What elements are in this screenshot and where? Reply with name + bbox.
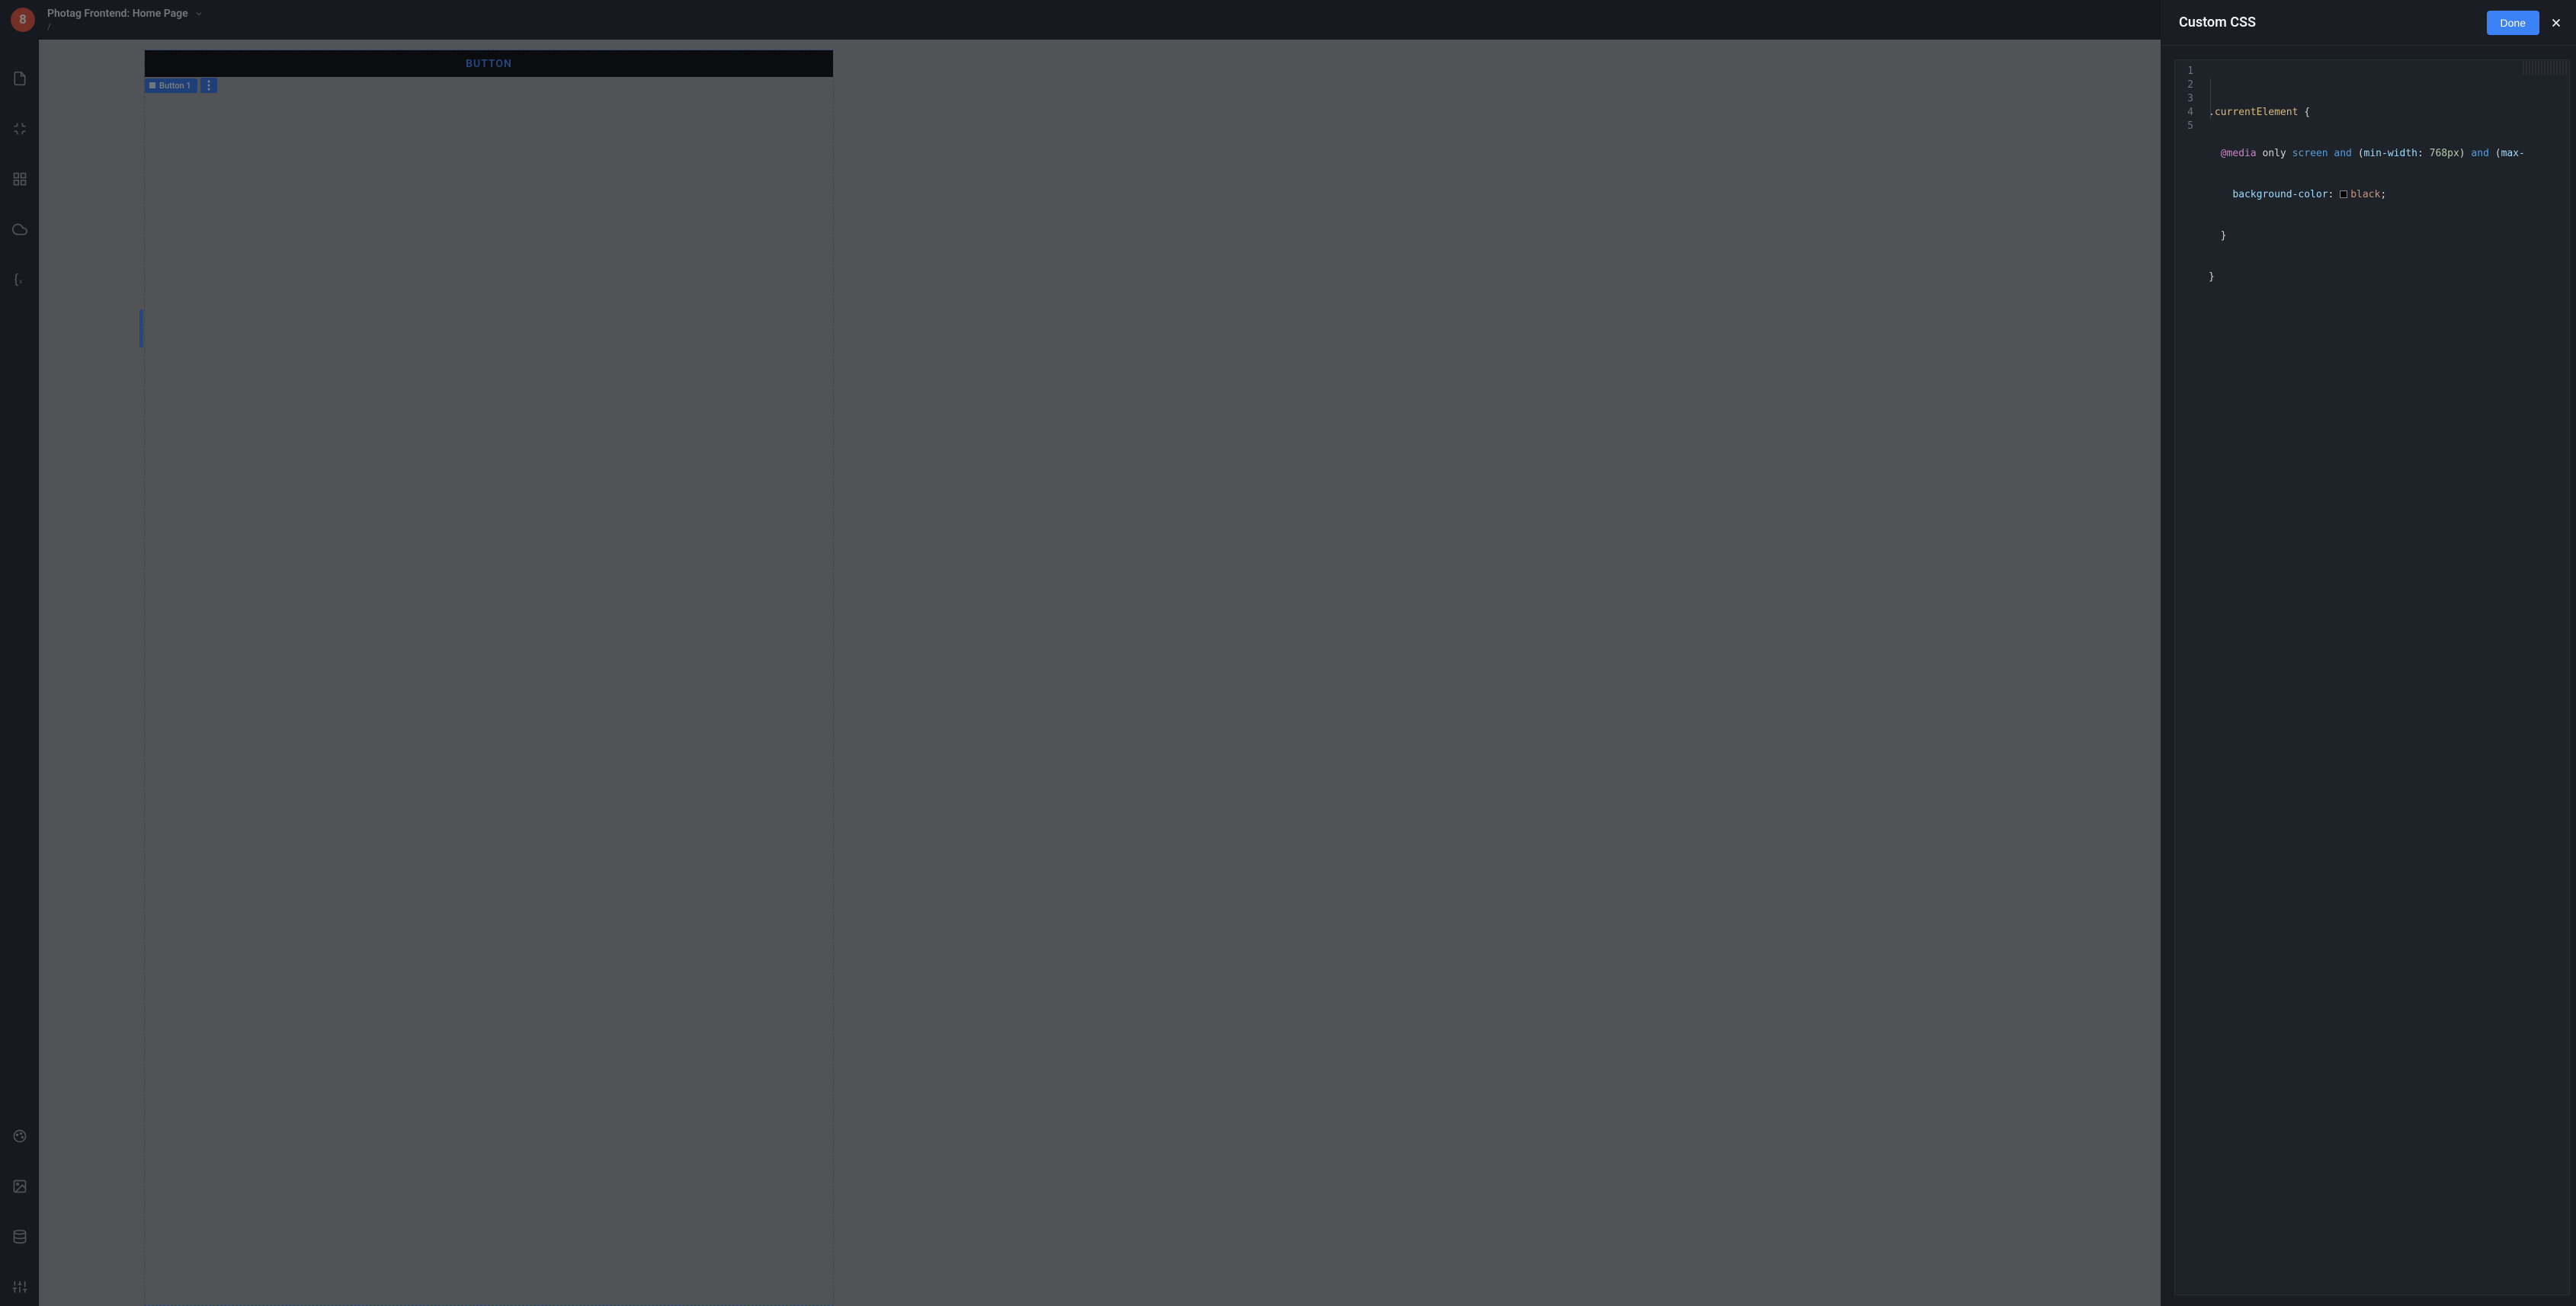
panel-title: Custom CSS bbox=[2179, 14, 2487, 30]
selected-element-chip[interactable]: Button 1 bbox=[145, 78, 197, 93]
code-line: } bbox=[2209, 270, 2569, 284]
token-at-rule: @media bbox=[2221, 148, 2257, 159]
code-line: @media only screen and (min-width: 768px… bbox=[2209, 147, 2569, 161]
token-colon: : bbox=[2328, 189, 2341, 200]
token-brace: } bbox=[2209, 271, 2215, 283]
token-keyword: and bbox=[2328, 148, 2358, 159]
components-icon[interactable] bbox=[11, 171, 28, 187]
image-icon[interactable] bbox=[11, 1178, 28, 1195]
token-property: background-color bbox=[2232, 189, 2328, 200]
token-colon: : bbox=[2417, 148, 2430, 159]
left-rail: x bbox=[0, 40, 39, 1306]
line-number-gutter: 1 2 3 4 5 bbox=[2175, 60, 2200, 1295]
token-keyword: only bbox=[2257, 148, 2292, 159]
token-property: max- bbox=[2501, 148, 2525, 159]
element-type-icon bbox=[149, 82, 155, 88]
token-value: black bbox=[2350, 189, 2380, 200]
theme-icon[interactable] bbox=[11, 1128, 28, 1144]
design-canvas[interactable]: BUTTON Button 1 bbox=[144, 50, 834, 1306]
token-selector: .currentElement bbox=[2209, 107, 2298, 118]
database-icon[interactable] bbox=[11, 1228, 28, 1245]
token-value: 768px bbox=[2430, 148, 2459, 159]
page-path: / bbox=[47, 21, 203, 32]
code-content[interactable]: .currentElement { @media only screen and… bbox=[2200, 60, 2569, 1295]
code-line: .currentElement { bbox=[2209, 106, 2569, 120]
token-semicolon: ; bbox=[2380, 189, 2386, 200]
selection-label: Button 1 bbox=[145, 78, 217, 93]
panel-header: Custom CSS Done bbox=[2161, 0, 2576, 46]
token-paren: ( bbox=[2495, 148, 2501, 159]
chevron-down-icon[interactable] bbox=[194, 9, 203, 18]
token-brace: { bbox=[2298, 107, 2310, 118]
token-brace: } bbox=[2221, 230, 2227, 242]
pages-icon[interactable] bbox=[11, 70, 28, 87]
app-logo[interactable]: 8 bbox=[11, 8, 35, 32]
token-keyword: and bbox=[2465, 148, 2495, 159]
canvas-button-label: BUTTON bbox=[466, 58, 512, 70]
line-number: 3 bbox=[2175, 92, 2193, 106]
token-property: min-width bbox=[2364, 148, 2417, 159]
code-line: background-color: black; bbox=[2209, 188, 2569, 202]
state-icon[interactable] bbox=[11, 120, 28, 137]
functions-icon[interactable]: x bbox=[11, 271, 28, 288]
selected-element-name: Button 1 bbox=[159, 81, 191, 91]
token-paren: ( bbox=[2358, 148, 2364, 159]
selection-more-button[interactable] bbox=[200, 78, 217, 93]
line-number: 1 bbox=[2175, 65, 2193, 78]
custom-css-panel: Custom CSS Done 1 2 3 4 5 .currentElemen… bbox=[2161, 0, 2576, 1306]
resize-handle-left[interactable] bbox=[139, 309, 143, 347]
token-keyword: screen bbox=[2292, 148, 2328, 159]
svg-text:x: x bbox=[19, 278, 22, 286]
done-button[interactable]: Done bbox=[2487, 11, 2539, 35]
editor-container: 1 2 3 4 5 .currentElement { @media only … bbox=[2161, 46, 2576, 1306]
cloud-icon[interactable] bbox=[11, 221, 28, 238]
canvas-button-element[interactable]: BUTTON bbox=[145, 50, 833, 77]
line-number: 5 bbox=[2175, 120, 2193, 133]
close-button[interactable] bbox=[2542, 9, 2570, 37]
code-line: } bbox=[2209, 229, 2569, 243]
page-title-block: Photag Frontend: Home Page / bbox=[47, 8, 203, 32]
token-paren: ) bbox=[2459, 148, 2465, 159]
line-number: 4 bbox=[2175, 106, 2193, 120]
line-number: 2 bbox=[2175, 78, 2193, 92]
color-swatch-icon[interactable] bbox=[2340, 190, 2347, 198]
css-code-editor[interactable]: 1 2 3 4 5 .currentElement { @media only … bbox=[2174, 59, 2570, 1295]
page-title: Photag Frontend: Home Page bbox=[47, 8, 188, 20]
settings-icon[interactable] bbox=[11, 1279, 28, 1295]
